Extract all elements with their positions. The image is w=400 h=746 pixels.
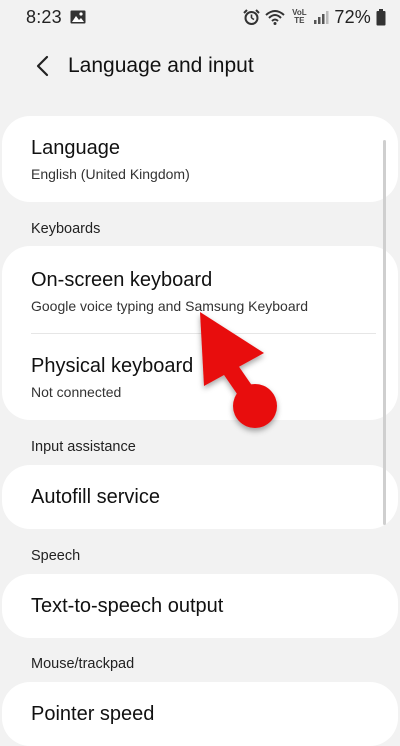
on-screen-keyboard-subtitle: Google voice typing and Samsung Keyboard bbox=[31, 298, 309, 314]
physical-keyboard-subtitle: Not connected bbox=[31, 384, 122, 400]
status-time: 8:23 bbox=[26, 6, 62, 27]
alarm-icon bbox=[243, 9, 261, 25]
autofill-service-row[interactable]: Autofill service bbox=[2, 485, 398, 509]
pointer-speed-row[interactable]: Pointer speed bbox=[2, 702, 398, 726]
battery-icon bbox=[376, 8, 386, 26]
on-screen-keyboard-title: On-screen keyboard bbox=[31, 269, 213, 291]
pointer-speed-title: Pointer speed bbox=[31, 703, 155, 725]
back-button[interactable] bbox=[20, 44, 64, 88]
image-icon bbox=[70, 10, 86, 24]
status-right: VoLTE 72% bbox=[243, 7, 386, 28]
status-left: 8:23 bbox=[26, 7, 86, 28]
input-assistance-section-label: Input assistance bbox=[31, 439, 136, 455]
language-row[interactable]: Language English (United Kingdom) bbox=[2, 136, 398, 183]
autofill-service-title: Autofill service bbox=[31, 486, 160, 508]
text-to-speech-row[interactable]: Text-to-speech output bbox=[2, 594, 398, 618]
keyboards-card: On-screen keyboard Google voice typing a… bbox=[2, 246, 398, 420]
speech-section-label: Speech bbox=[31, 548, 81, 564]
battery-percent: 72% bbox=[334, 6, 371, 27]
back-arrow-icon bbox=[35, 55, 49, 77]
mouse-card: Pointer speed bbox=[2, 682, 398, 746]
status-bar: 8:23 VoLTE 72% bbox=[0, 0, 400, 34]
scrollbar[interactable] bbox=[383, 140, 386, 525]
autofill-card: Autofill service bbox=[2, 465, 398, 529]
app-header: Language and input bbox=[0, 40, 400, 92]
physical-keyboard-title: Physical keyboard bbox=[31, 355, 194, 377]
language-subtitle: English (United Kingdom) bbox=[31, 166, 190, 182]
keyboards-section-label: Keyboards bbox=[31, 221, 101, 237]
wifi-icon bbox=[265, 9, 286, 25]
signal-icon bbox=[313, 9, 329, 25]
language-title: Language bbox=[31, 137, 120, 159]
keyboards-divider bbox=[31, 333, 376, 334]
mouse-trackpad-section-label: Mouse/trackpad bbox=[31, 656, 135, 672]
text-to-speech-title: Text-to-speech output bbox=[31, 595, 224, 617]
speech-card: Text-to-speech output bbox=[2, 574, 398, 638]
on-screen-keyboard-row[interactable]: On-screen keyboard Google voice typing a… bbox=[2, 268, 398, 315]
page-title: Language and input bbox=[68, 54, 254, 77]
physical-keyboard-row[interactable]: Physical keyboard Not connected bbox=[2, 354, 398, 401]
volte-indicator: VoLTE bbox=[292, 8, 307, 25]
language-card: Language English (United Kingdom) bbox=[2, 116, 398, 202]
